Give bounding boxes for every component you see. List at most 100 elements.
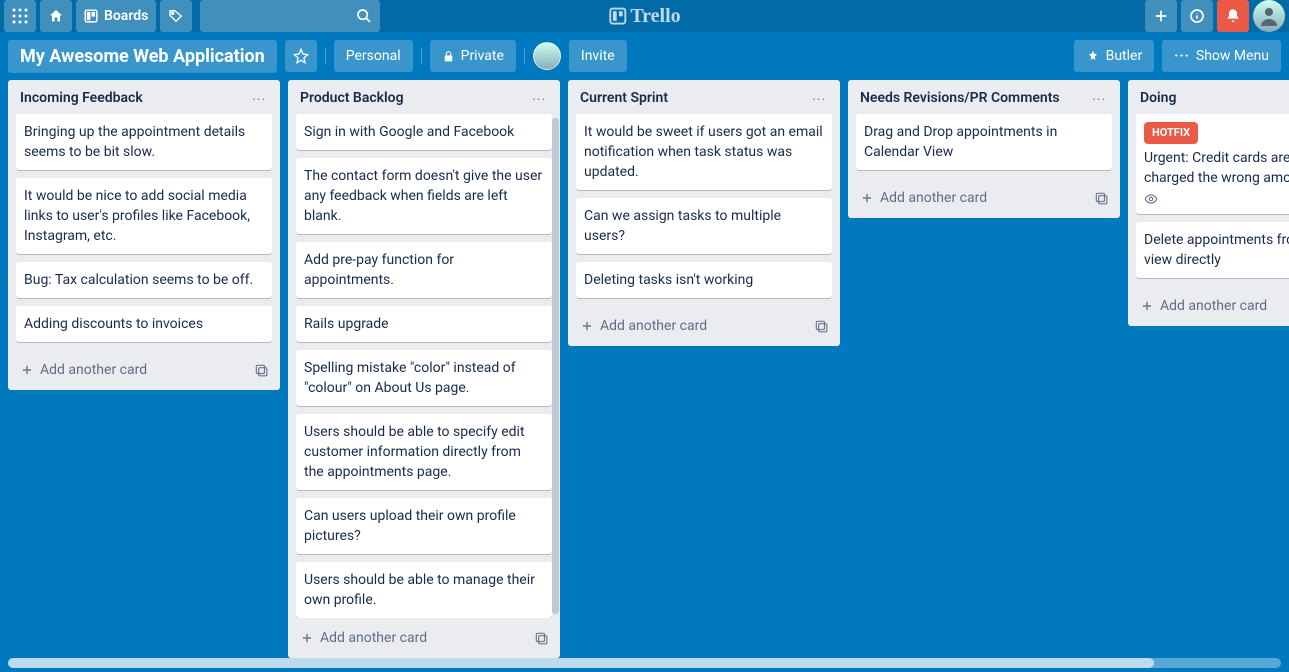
tag-button[interactable] (160, 0, 192, 32)
show-menu-button[interactable]: ··· Show Menu (1162, 40, 1281, 72)
card[interactable]: The contact form doesn't give the user a… (296, 158, 552, 234)
card[interactable]: Can users upload their own profile pictu… (296, 498, 552, 554)
card[interactable]: It would be nice to add social media lin… (16, 178, 272, 254)
card-text: Users should be able to specify edit cus… (304, 424, 525, 480)
card[interactable]: HOTFIXUrgent: Credit cards are getting c… (1136, 114, 1289, 214)
card-text: Bringing up the appointment details seem… (24, 124, 245, 160)
divider (325, 48, 326, 64)
user-avatar[interactable] (1253, 0, 1285, 32)
info-icon (1189, 8, 1205, 24)
card-text: The contact form doesn't give the user a… (304, 168, 542, 224)
scrollbar-thumb[interactable] (8, 658, 1154, 668)
apps-icon (12, 8, 28, 24)
card[interactable]: Users should be able to manage their own… (296, 562, 552, 618)
list-cards: Drag and Drop appointments in Calendar V… (848, 114, 1120, 178)
apps-button[interactable] (4, 0, 36, 32)
list-title[interactable]: Product Backlog (300, 90, 522, 106)
create-from-template-button[interactable] (250, 359, 272, 381)
add-card-label: Add another card (320, 630, 427, 646)
invite-label: Invite (581, 48, 615, 64)
add-card-button[interactable]: Add another card (856, 186, 1084, 210)
divider (524, 48, 525, 64)
list-menu-button[interactable]: ··· (1086, 90, 1112, 110)
list: Needs Revisions/PR Comments··· Drag and D… (848, 80, 1120, 218)
card-text: Can users upload their own profile pictu… (304, 508, 516, 544)
card[interactable]: Adding discounts to invoices (16, 306, 272, 342)
plus-icon (580, 319, 594, 333)
boards-button[interactable]: Boards (76, 0, 156, 32)
add-card-button[interactable]: Add another card (1136, 294, 1289, 318)
add-card-button[interactable]: Add another card (576, 314, 804, 338)
card[interactable]: It would be sweet if users got an email … (576, 114, 832, 190)
header-left: Boards (4, 0, 380, 32)
create-button[interactable] (1145, 0, 1177, 32)
add-card-label: Add another card (880, 190, 987, 206)
list: Doing···HOTFIXUrgent: Credit cards are g… (1128, 80, 1289, 326)
card-text: Sign in with Google and Facebook (304, 124, 514, 140)
trello-logo[interactable]: Trello (608, 5, 680, 28)
list: Product Backlog··· Sign in with Google an… (288, 80, 560, 658)
plus-icon (1140, 299, 1154, 313)
card[interactable]: Deleting tasks isn't working (576, 262, 832, 298)
search-input[interactable] (200, 0, 380, 32)
logo-text: Trello (630, 5, 680, 28)
list-menu-button[interactable]: ··· (526, 90, 552, 110)
card[interactable]: Delete appointments from Calendar view d… (1136, 222, 1289, 278)
list-title[interactable]: Needs Revisions/PR Comments (860, 90, 1082, 106)
board-member-avatar[interactable] (533, 42, 561, 70)
invite-button[interactable]: Invite (569, 40, 627, 72)
card-text: Spelling mistake "color" instead of "col… (304, 360, 516, 396)
card[interactable]: Add pre-pay function for appointments. (296, 242, 552, 298)
boards-icon (84, 9, 98, 23)
workspace-button[interactable]: Personal (334, 40, 413, 72)
card-text: Bug: Tax calculation seems to be off. (24, 272, 253, 288)
card[interactable]: Can we assign tasks to multiple users? (576, 198, 832, 254)
card[interactable]: Sign in with Google and Facebook (296, 114, 552, 150)
add-card-button[interactable]: Add another card (16, 358, 244, 382)
butler-button[interactable]: Butler (1074, 40, 1155, 72)
list-menu-button[interactable]: ··· (806, 90, 832, 110)
card[interactable]: Drag and Drop appointments in Calendar V… (856, 114, 1112, 170)
template-icon (254, 363, 268, 377)
plus-icon (1153, 8, 1169, 24)
create-from-template-button[interactable] (1090, 187, 1112, 209)
card-badges (1144, 192, 1289, 206)
star-button[interactable] (285, 40, 317, 72)
create-from-template-button[interactable] (530, 627, 552, 649)
add-card-button[interactable]: Add another card (296, 626, 524, 650)
horizontal-scrollbar[interactable] (8, 658, 1281, 668)
butler-icon (1086, 49, 1100, 63)
add-card-label: Add another card (40, 362, 147, 378)
boards-label: Boards (104, 8, 148, 24)
list-title[interactable]: Doing (1140, 90, 1289, 106)
home-button[interactable] (40, 0, 72, 32)
workspace-label: Personal (346, 48, 401, 64)
visibility-button[interactable]: Private (430, 40, 516, 72)
plus-icon (20, 363, 34, 377)
card[interactable]: Rails upgrade (296, 306, 552, 342)
board-canvas[interactable]: Incoming Feedback···Bringing up the appo… (0, 80, 1289, 658)
visibility-label: Private (461, 48, 504, 64)
info-button[interactable] (1181, 0, 1213, 32)
list-header: Current Sprint··· (568, 80, 840, 114)
list-title[interactable]: Current Sprint (580, 90, 802, 106)
list-menu-button[interactable]: ··· (246, 90, 272, 110)
global-header: Boards Trello (0, 0, 1289, 32)
create-from-template-button[interactable] (810, 315, 832, 337)
tag-icon (168, 8, 184, 24)
list-cards: Bringing up the appointment details seem… (8, 114, 280, 350)
board-header: My Awesome Web Application Personal Priv… (0, 32, 1289, 80)
board-name[interactable]: My Awesome Web Application (8, 40, 277, 73)
list-footer: Add another card (848, 178, 1120, 218)
plus-icon (300, 631, 314, 645)
card[interactable]: Bug: Tax calculation seems to be off. (16, 262, 272, 298)
list-cards: Sign in with Google and Facebook The cont… (288, 114, 560, 618)
card[interactable]: Users should be able to specify edit cus… (296, 414, 552, 490)
card-text: Can we assign tasks to multiple users? (584, 208, 781, 244)
ellipsis-icon: ··· (1174, 48, 1190, 64)
notifications-button[interactable] (1217, 0, 1249, 32)
card[interactable]: Bringing up the appointment details seem… (16, 114, 272, 170)
card-text: It would be nice to add social media lin… (24, 188, 250, 244)
list-title[interactable]: Incoming Feedback (20, 90, 242, 106)
card[interactable]: Spelling mistake "color" instead of "col… (296, 350, 552, 406)
